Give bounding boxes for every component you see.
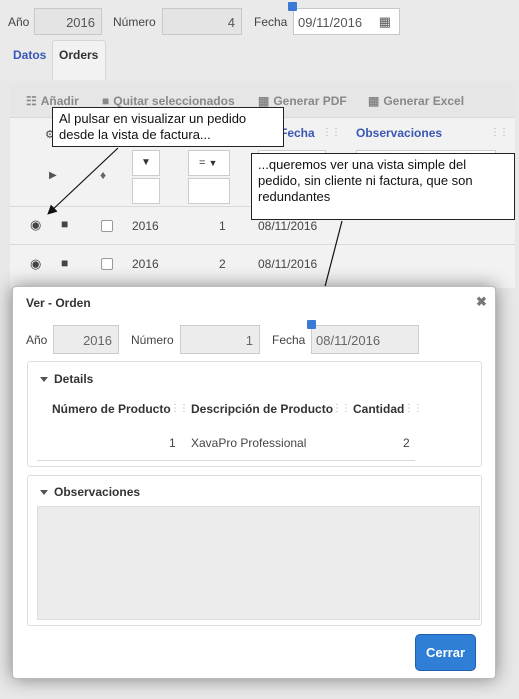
dialog-numero-field: 1: [180, 325, 260, 354]
row-divider: [37, 460, 415, 461]
dialog-fecha-field: 08/11/2016: [311, 325, 419, 354]
detail-numero: 1: [169, 436, 176, 450]
observaciones-header[interactable]: Observaciones: [40, 485, 140, 499]
col-grip[interactable]: ⋮⋮: [404, 403, 423, 414]
dialog-numero-label: Número: [131, 333, 174, 347]
col-descripcion-producto[interactable]: Descripción de Producto: [191, 402, 333, 416]
bookmark-icon: [307, 320, 316, 329]
col-numero-producto[interactable]: Número de Producto: [52, 402, 171, 416]
close-icon[interactable]: ✖: [476, 294, 487, 310]
detail-cantidad: 2: [403, 436, 410, 450]
dialog-fecha-label: Fecha: [272, 333, 306, 347]
col-grip[interactable]: ⋮⋮: [332, 403, 351, 414]
dialog-anio-field: 2016: [53, 325, 119, 354]
close-button[interactable]: Cerrar: [415, 634, 476, 671]
collapse-icon: [40, 489, 48, 495]
detail-descripcion: XavaPro Professional: [191, 436, 307, 450]
collapse-icon: [40, 376, 48, 382]
details-header[interactable]: Details: [40, 372, 93, 386]
arrow-left: [47, 147, 119, 215]
col-grip[interactable]: ⋮⋮: [170, 403, 189, 414]
dialog-anio-label: Año: [26, 333, 48, 347]
dialog-title: Ver - Orden: [26, 296, 91, 310]
observaciones-textarea: [37, 506, 480, 620]
col-cantidad[interactable]: Cantidad: [353, 402, 404, 416]
